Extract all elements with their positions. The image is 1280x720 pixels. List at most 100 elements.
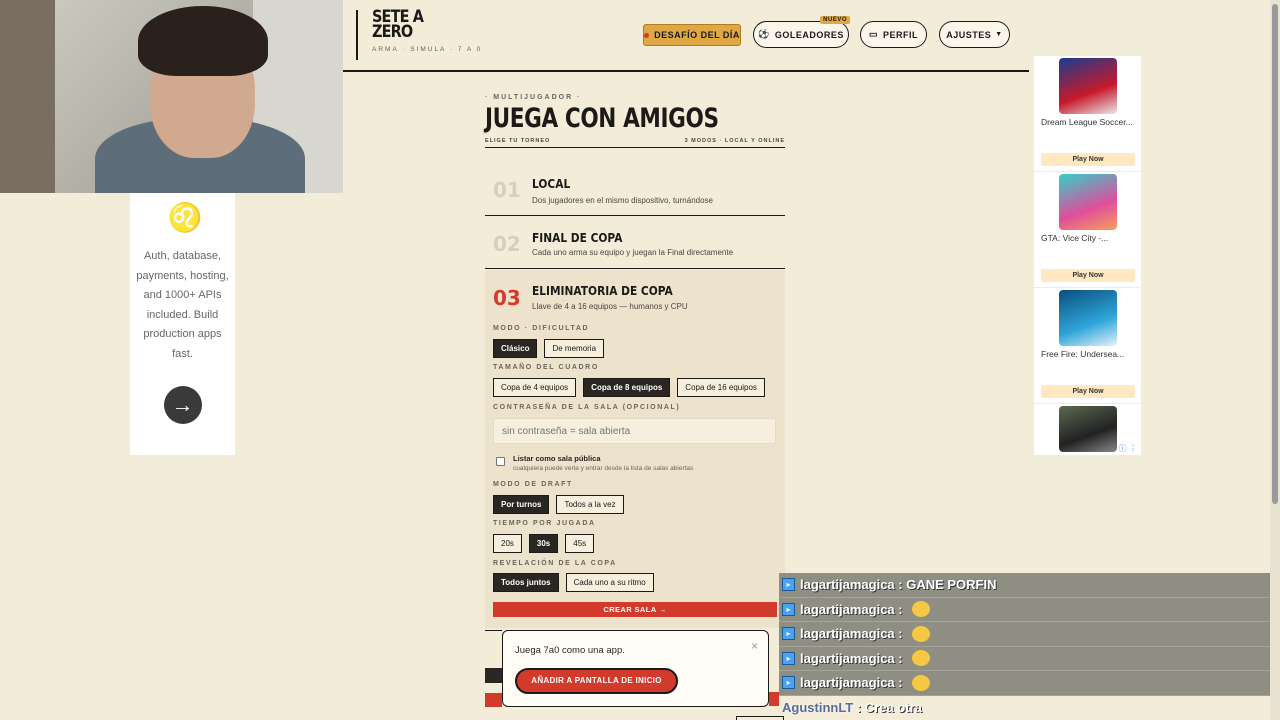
mode-desc: Llave de 4 a 16 equipos — humanos y CPU bbox=[532, 302, 688, 311]
button-peek-right bbox=[769, 692, 779, 706]
password-label: CONTRASEÑA DE LA SALA (OPCIONAL) bbox=[493, 404, 681, 411]
option-30s[interactable]: 30s bbox=[528, 534, 559, 553]
public-room-desc: cualquiera puede verla y entrar desde la… bbox=[513, 465, 694, 472]
chat-username: lagartijamagica bbox=[800, 601, 895, 617]
gta-game-icon bbox=[1059, 174, 1117, 230]
chat-username: lagartijamagica bbox=[800, 675, 895, 691]
close-icon[interactable]: × bbox=[751, 639, 758, 653]
option-peek bbox=[485, 668, 502, 683]
thinking-emoji-icon bbox=[912, 674, 931, 691]
option-cup-8[interactable]: Copa de 8 equipos bbox=[583, 378, 671, 397]
ad-app-name: GTA: Vice City -... bbox=[1041, 233, 1109, 243]
ad-app-item[interactable]: GTA: Vice City -... Play Now bbox=[1034, 172, 1141, 288]
option-45s[interactable]: 45s bbox=[565, 534, 595, 553]
ad-choices-icon[interactable]: ⓘ ⋮ bbox=[1119, 443, 1137, 454]
thinking-emoji-icon bbox=[912, 625, 931, 642]
modes-list: 01 LOCAL Dos jugadores en el mismo dispo… bbox=[485, 0, 785, 720]
mode-desc: Dos jugadores en el mismo dispositivo, t… bbox=[532, 196, 713, 205]
chat-text: : bbox=[894, 626, 907, 642]
logo-title: SETE A ZERO bbox=[372, 7, 424, 42]
create-room-button[interactable]: CREAR SALA → bbox=[493, 602, 777, 617]
chat-platform-icon: ▸ bbox=[782, 627, 795, 641]
profile-label: PERFIL bbox=[883, 29, 919, 40]
thinking-emoji-icon bbox=[912, 650, 931, 667]
chat-text: : GANE PORFIN bbox=[894, 577, 997, 593]
time-label: TIEMPO POR JUGADA bbox=[493, 520, 596, 527]
play-now-button[interactable]: Play Now bbox=[1041, 385, 1135, 398]
chat-text: : Crea otra bbox=[853, 700, 922, 716]
option-own-pace[interactable]: Cada uno a su ritmo bbox=[565, 573, 654, 592]
car-game-icon bbox=[1059, 406, 1117, 452]
left-ad[interactable]: ♌ Auth, database, payments, hosting, and… bbox=[130, 193, 235, 455]
chat-message: ▸ lagartijamagica : bbox=[779, 671, 1280, 696]
profile-button[interactable]: ▭ PERFIL bbox=[860, 21, 927, 48]
mode-number: 03 bbox=[493, 286, 521, 310]
difficulty-label: MODO · DIFICULTAD bbox=[493, 325, 590, 332]
option-classic[interactable]: Clásico bbox=[493, 339, 538, 358]
ad-app-name: Free Fire: Undersea... bbox=[1041, 349, 1125, 359]
mode-cup-final[interactable]: 02 FINAL DE COPA Cada uno arma su equipo… bbox=[485, 216, 785, 269]
popup-text: Juega 7a0 como una app. bbox=[515, 645, 625, 656]
lion-logo-icon: ♌ bbox=[167, 202, 203, 233]
option-cup-4[interactable]: Copa de 4 equipos bbox=[493, 378, 577, 397]
install-app-popup: Juega 7a0 como una app. × AÑADIR A PANTA… bbox=[502, 630, 769, 707]
mode-name: ELIMINATORIA DE COPA bbox=[532, 283, 673, 298]
play-now-button[interactable]: Play Now bbox=[1041, 153, 1135, 166]
option-20s[interactable]: 20s bbox=[493, 534, 522, 553]
settings-button[interactable]: AJUSTES ▼ bbox=[939, 21, 1010, 48]
chat-username: lagartijamagica bbox=[800, 577, 895, 593]
free-fire-game-icon bbox=[1059, 290, 1117, 346]
field-peek bbox=[736, 716, 784, 720]
scrollbar-thumb[interactable] bbox=[1272, 4, 1278, 504]
chat-platform-icon: ▸ bbox=[782, 676, 795, 690]
option-cup-16[interactable]: Copa de 16 equipos bbox=[677, 378, 765, 397]
password-input[interactable] bbox=[493, 418, 776, 444]
stream-chat: ▸ lagartijamagica : GANE PORFIN ▸ lagart… bbox=[779, 573, 1280, 720]
chat-message: ▸ lagartijamagica : bbox=[779, 622, 1280, 647]
ad-app-item[interactable]: Dream League Soccer... Play Now bbox=[1034, 56, 1141, 172]
webcam-overlay bbox=[0, 0, 343, 193]
ad-app-name: Dream League Soccer... bbox=[1041, 117, 1133, 127]
reveal-label: REVELACIÓN DE LA COPA bbox=[493, 560, 617, 567]
right-ad: Dream League Soccer... Play Now GTA: Vic… bbox=[1034, 56, 1141, 455]
mode-name: FINAL DE COPA bbox=[532, 230, 623, 245]
section-peek bbox=[485, 630, 502, 658]
reveal-options: Todos juntos Cada uno a su ritmo bbox=[493, 573, 654, 592]
soccer-game-icon bbox=[1059, 58, 1117, 114]
arrow-right-icon[interactable]: → bbox=[163, 386, 202, 424]
option-memory[interactable]: De memoria bbox=[544, 339, 605, 358]
chat-text: : bbox=[894, 675, 907, 691]
chat-message: ▸ lagartijamagica : bbox=[779, 646, 1280, 671]
chat-username: lagartijamagica bbox=[800, 626, 895, 642]
chat-message: ▸ lagartijamagica : bbox=[779, 597, 1280, 622]
ad-app-item[interactable]: Free Fire: Undersea... Play Now bbox=[1034, 288, 1141, 404]
size-label: TAMAÑO DEL CUADRO bbox=[493, 364, 599, 371]
mode-local[interactable]: 01 LOCAL Dos jugadores en el mismo dispo… bbox=[485, 162, 785, 216]
option-by-turns[interactable]: Por turnos bbox=[493, 495, 550, 514]
thinking-emoji-icon bbox=[912, 601, 931, 618]
option-all-at-once[interactable]: Todos a la vez bbox=[556, 495, 624, 514]
chat-text: : bbox=[894, 650, 907, 666]
page-scrollbar[interactable] bbox=[1270, 0, 1280, 720]
option-all-together[interactable]: Todos juntos bbox=[493, 573, 559, 592]
chat-platform-icon: ▸ bbox=[782, 602, 795, 616]
play-now-button[interactable]: Play Now bbox=[1041, 269, 1135, 282]
mode-name: LOCAL bbox=[532, 176, 571, 191]
ad-text: Auth, database, payments, hosting, and 1… bbox=[136, 250, 229, 360]
difficulty-options: Clásico De memoria bbox=[493, 339, 605, 358]
logo[interactable]: SETE A ZERO ARMA · SIMULA · 7 A 0 bbox=[356, 7, 482, 60]
chat-platform-icon: ▸ bbox=[782, 651, 795, 665]
draft-label: MODO DE DRAFT bbox=[493, 481, 573, 488]
scorers-label: GOLEADORES bbox=[774, 29, 844, 40]
caret-down-icon: ▼ bbox=[995, 31, 1003, 38]
public-room-checkbox[interactable] bbox=[496, 457, 505, 466]
mode-number: 01 bbox=[493, 178, 521, 202]
chat-message: ▸ lagartijamagica : GANE PORFIN bbox=[779, 573, 1280, 598]
mode-cup-knockout[interactable]: 03 ELIMINATORIA DE COPA Llave de 4 a 16 … bbox=[485, 270, 785, 628]
time-options: 20s 30s 45s bbox=[493, 534, 595, 553]
public-room-option[interactable]: Listar como sala pública cualquiera pued… bbox=[496, 454, 693, 472]
button-peek bbox=[485, 693, 502, 707]
new-badge: NUEVO bbox=[820, 16, 850, 24]
add-to-home-button[interactable]: AÑADIR A PANTALLA DE INICIO bbox=[515, 668, 678, 694]
public-room-title: Listar como sala pública bbox=[513, 454, 601, 463]
